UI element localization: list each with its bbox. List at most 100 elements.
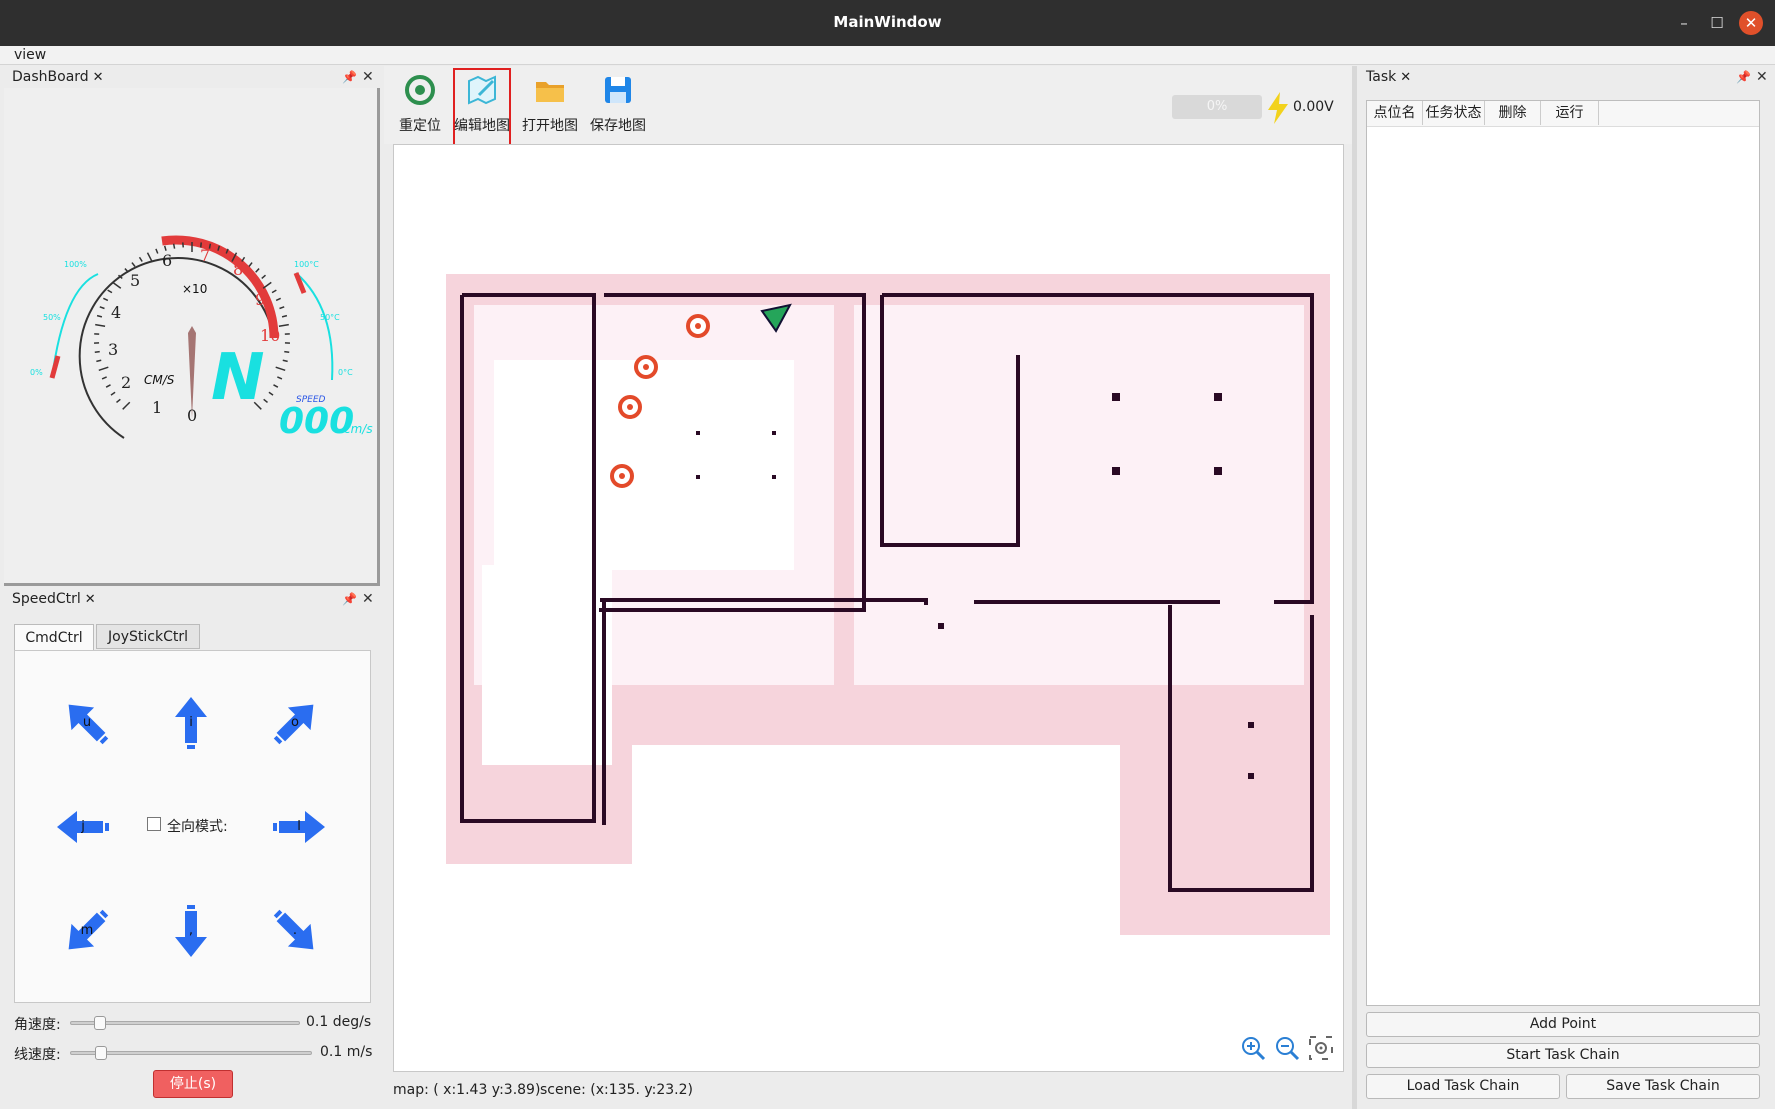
- relocate-icon: [405, 75, 435, 105]
- save-map-label: 保存地图: [590, 118, 646, 134]
- temp-label-50: 50°C: [320, 313, 340, 322]
- task-pin-icon[interactable]: 📌: [1736, 66, 1751, 88]
- dashboard-pin-icon[interactable]: 📌: [342, 66, 357, 88]
- fuel-arc: [51, 273, 99, 379]
- start-task-chain-button[interactable]: Start Task Chain: [1366, 1043, 1760, 1068]
- zoom-out-icon[interactable]: [1274, 1035, 1300, 1061]
- save-map-button[interactable]: 保存地图: [588, 73, 648, 135]
- speedctrl-close-tab-icon[interactable]: ✕: [85, 592, 96, 607]
- edit-map-icon: [468, 75, 496, 105]
- speed-value: 000: [279, 401, 355, 442]
- dashboard-dock-header: DashBoard ✕ 📌 ✕: [4, 66, 380, 88]
- angular-speed-label: 角速度:: [14, 1017, 61, 1033]
- gauge-tick-mark: [105, 384, 111, 388]
- tab-cmdctrl[interactable]: CmdCtrl: [14, 624, 94, 650]
- fuel-label-0: 0%: [30, 368, 43, 377]
- linear-speed-label: 线速度:: [14, 1047, 61, 1063]
- gauge-tick-mark: [172, 243, 176, 249]
- add-point-button[interactable]: Add Point: [1366, 1012, 1760, 1037]
- gauge-tick-mark: [255, 268, 260, 273]
- col-point-name[interactable]: 点位名: [1367, 101, 1423, 125]
- menu-view[interactable]: view: [14, 46, 46, 65]
- gauge-tick-mark: [262, 281, 272, 289]
- gauge-tick-4: 4: [111, 303, 122, 322]
- speedctrl-close-icon[interactable]: ✕: [362, 588, 374, 610]
- open-map-button[interactable]: 打开地图: [520, 73, 580, 135]
- edit-map-button[interactable]: 编辑地图: [452, 73, 512, 135]
- gauge-tick-mark: [277, 376, 283, 380]
- zoom-in-icon[interactable]: [1240, 1035, 1266, 1061]
- linear-speed-value: 0.1 m/s: [320, 1044, 373, 1060]
- gauge-tick-mark: [98, 366, 109, 371]
- title-bar: MainWindow – ☐ ✕: [0, 0, 1775, 46]
- omni-mode-label: 全向模式:: [167, 819, 228, 835]
- gauge-tick-mark: [275, 366, 286, 371]
- gauge-tick-2: 2: [121, 373, 132, 392]
- gauge-tick-mark: [273, 384, 279, 388]
- angular-speed-handle[interactable]: [94, 1016, 106, 1030]
- speedctrl-dock-header: SpeedCtrl ✕ 📌 ✕: [4, 588, 380, 610]
- gauge-red-zone: [161, 235, 279, 339]
- gauge-tick-mark: [101, 376, 107, 380]
- gear-indicator: N: [211, 341, 265, 415]
- edit-map-label: 编辑地图: [454, 118, 510, 134]
- gauge-tick-mark: [155, 248, 159, 254]
- close-window-icon[interactable]: ✕: [1739, 11, 1763, 35]
- move-up-right-button[interactable]: o: [265, 693, 325, 753]
- map-view[interactable]: [393, 144, 1344, 1072]
- move-forward-button[interactable]: i: [161, 693, 221, 753]
- angular-speed-value: 0.1 deg/s: [306, 1014, 372, 1030]
- fit-view-icon[interactable]: [1308, 1035, 1334, 1061]
- gauge-tick-mark: [268, 391, 274, 396]
- gauge-tick-mark: [271, 289, 277, 294]
- relocate-button[interactable]: 重定位: [390, 73, 450, 135]
- col-run[interactable]: 运行: [1541, 101, 1599, 125]
- move-down-right-button[interactable]: .: [265, 901, 325, 961]
- task-close-icon[interactable]: ✕: [1756, 66, 1768, 88]
- turn-right-button[interactable]: l: [269, 797, 329, 857]
- move-down-left-button[interactable]: m: [57, 901, 117, 961]
- folder-icon: [536, 82, 564, 102]
- gauge-tick-mark: [122, 401, 131, 410]
- turn-left-button[interactable]: j: [53, 797, 113, 857]
- menu-bar: view: [0, 46, 1775, 65]
- save-task-chain-button[interactable]: Save Task Chain: [1566, 1074, 1760, 1099]
- linear-speed-handle[interactable]: [95, 1046, 108, 1060]
- maximize-icon[interactable]: ☐: [1705, 11, 1729, 35]
- move-backward-button[interactable]: ,: [161, 901, 221, 961]
- dashboard-close-icon[interactable]: ✕: [362, 66, 374, 88]
- gauge-needle: [188, 326, 196, 418]
- move-up-left-button[interactable]: u: [57, 693, 117, 753]
- angular-speed-slider[interactable]: [70, 1016, 300, 1030]
- task-dock-header: Task ✕ 📌 ✕: [1358, 66, 1775, 88]
- key-m: m: [80, 923, 94, 938]
- window-title: MainWindow: [833, 13, 942, 31]
- dock-splitter[interactable]: [1352, 66, 1357, 1109]
- temp-label-100: 100°C: [294, 260, 319, 269]
- minimize-icon[interactable]: –: [1672, 11, 1696, 35]
- task-close-tab-icon[interactable]: ✕: [1400, 70, 1411, 85]
- gauge-unit: CM/S: [144, 373, 175, 387]
- key-period: .: [292, 923, 298, 938]
- omni-mode-checkbox[interactable]: [147, 817, 161, 831]
- linear-speed-slider[interactable]: [70, 1046, 312, 1060]
- battery-progress: 0%: [1172, 95, 1262, 119]
- col-task-status[interactable]: 任务状态: [1423, 101, 1485, 125]
- gauge-tick-mark: [95, 323, 106, 327]
- gauge-tick-3: 3: [108, 340, 119, 359]
- speedctrl-pin-icon[interactable]: 📌: [342, 588, 357, 610]
- gauge-tick-mark: [94, 350, 100, 354]
- dashboard-close-tab-icon[interactable]: ✕: [93, 70, 104, 85]
- speedctrl-title: SpeedCtrl: [12, 591, 81, 607]
- col-delete[interactable]: 删除: [1485, 101, 1541, 125]
- key-u: u: [82, 715, 92, 730]
- gauge-tick-mark: [163, 245, 167, 251]
- gauge-tick-mark: [146, 252, 153, 262]
- tab-joystickctrl[interactable]: JoyStickCtrl: [96, 624, 200, 649]
- stop-button[interactable]: 停止(s): [153, 1070, 233, 1098]
- load-task-chain-button[interactable]: Load Task Chain: [1366, 1074, 1560, 1099]
- gauge-tick-7: 7: [200, 246, 211, 265]
- gauge-tick-mark: [281, 314, 288, 318]
- key-i: i: [189, 715, 193, 730]
- gauge-multiplier: ×10: [182, 282, 208, 296]
